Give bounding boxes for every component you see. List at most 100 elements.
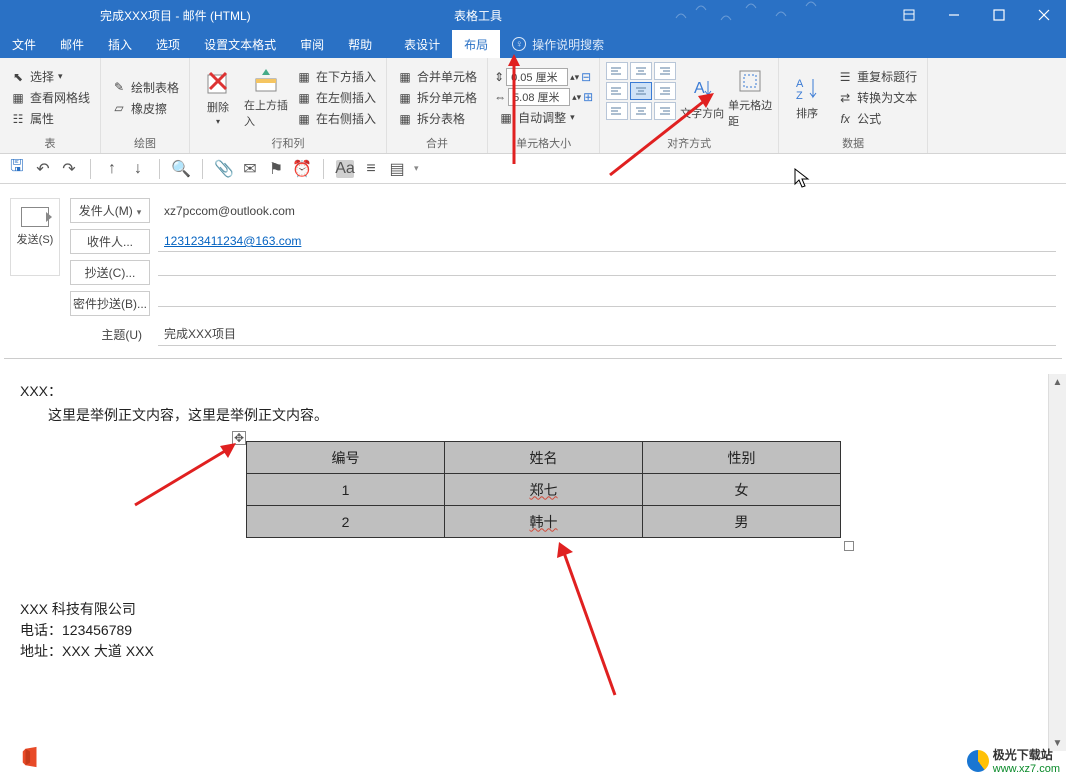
scroll-up-icon[interactable]: ▲ — [1049, 374, 1066, 390]
tab-help[interactable]: 帮助 — [336, 30, 384, 58]
align-tr[interactable] — [654, 62, 676, 80]
list-icon[interactable]: ≡ — [362, 160, 380, 178]
dist-rows-icon[interactable]: ⊟ — [581, 70, 591, 84]
tab-review[interactable]: 审阅 — [288, 30, 336, 58]
align-bc[interactable] — [630, 102, 652, 120]
align-br[interactable] — [654, 102, 676, 120]
select-button[interactable]: ⬉选择▾ — [6, 67, 94, 86]
content-table[interactable]: 编号 姓名 性别 1 郑七 女 2 韩十 男 — [246, 441, 841, 538]
align-ml[interactable] — [606, 82, 628, 100]
repeat-header-button[interactable]: ☰重复标题行 — [833, 67, 921, 86]
bcc-field[interactable] — [158, 300, 1056, 307]
cc-field[interactable] — [158, 269, 1056, 276]
insert-above-icon — [252, 67, 280, 95]
tab-format[interactable]: 设置文本格式 — [192, 30, 288, 58]
delete-button[interactable]: 删除▾ — [196, 62, 240, 133]
tab-options[interactable]: 选项 — [144, 30, 192, 58]
minimize-icon[interactable] — [931, 0, 976, 30]
window-title: 完成XXX项目 - 邮件 (HTML) — [100, 7, 251, 24]
watermark-url: www.xz7.com — [993, 763, 1060, 775]
align-tl[interactable] — [606, 62, 628, 80]
from-value: xz7pccom@outlook.com — [158, 201, 1056, 221]
table-header[interactable]: 性别 — [643, 442, 841, 474]
zoom-icon[interactable]: 🔍 — [172, 160, 190, 178]
split-cells-button[interactable]: ▦拆分单元格 — [393, 88, 481, 107]
insert-below-button[interactable]: ▦在下方插入 — [292, 67, 380, 86]
bcc-button[interactable]: 密件抄送(B)... — [70, 291, 150, 316]
convert-text-button[interactable]: ⇄转换为文本 — [833, 88, 921, 107]
formula-button[interactable]: fx公式 — [833, 109, 921, 128]
view-gridlines-button[interactable]: ▦查看网格线 — [6, 88, 94, 107]
autofit-button[interactable]: ▦自动调整▾ — [494, 108, 593, 127]
insert-right-button[interactable]: ▦在右侧插入 — [292, 109, 380, 128]
maximize-icon[interactable] — [976, 0, 1021, 30]
menu-tabs: 文件 邮件 插入 选项 设置文本格式 审阅 帮助 表设计 布局 ♀操作说明搜索 — [0, 30, 1066, 58]
undo-icon[interactable]: ↶ — [34, 160, 52, 178]
text-direction-button[interactable]: A 文字方向 — [680, 62, 724, 133]
align-bl[interactable] — [606, 102, 628, 120]
subject-label: 主题(U) — [70, 323, 150, 346]
merge-cells-button[interactable]: ▦合并单元格 — [393, 67, 481, 86]
subject-field[interactable]: 完成XXX项目 — [158, 322, 1056, 346]
redo-icon[interactable]: ↷ — [60, 160, 78, 178]
to-field[interactable]: 123123411234@163.com — [158, 231, 1056, 252]
send-button[interactable]: 发送(S) — [10, 198, 60, 276]
from-button[interactable]: 发件人(M) — [70, 198, 150, 223]
svg-text:A: A — [796, 78, 804, 90]
ribbon-group-table: ⬉选择▾ ▦查看网格线 ☷属性 表 — [0, 58, 101, 153]
tab-insert[interactable]: 插入 — [96, 30, 144, 58]
tab-mail[interactable]: 邮件 — [48, 30, 96, 58]
tell-me[interactable]: ♀操作说明搜索 — [500, 30, 616, 58]
ribbon-group-data: AZ 排序 ☰重复标题行 ⇄转换为文本 fx公式 数据 — [779, 58, 928, 153]
cc-button[interactable]: 抄送(C)... — [70, 260, 150, 285]
send-icon — [21, 207, 49, 227]
down-icon[interactable]: ↓ — [129, 160, 147, 178]
office-icon — [20, 746, 42, 768]
cell-margins-button[interactable]: 单元格边距 — [728, 62, 772, 133]
align-mr[interactable] — [654, 82, 676, 100]
autofit-icon: ▦ — [498, 110, 514, 126]
ribbon-options-icon[interactable] — [886, 0, 931, 30]
properties-button[interactable]: ☷属性 — [6, 109, 94, 128]
table-row: 1 郑七 女 — [247, 474, 841, 506]
tab-file[interactable]: 文件 — [0, 30, 48, 58]
flag-icon[interactable]: ⚑ — [267, 160, 285, 178]
followup-icon[interactable]: ⏰ — [293, 160, 311, 178]
quick-access-toolbar: 🖫 ↶ ↷ ↑ ↓ 🔍 📎 ✉ ⚑ ⏰ Aa ≡ ▤ ▾ — [0, 154, 1066, 184]
table-header[interactable]: 姓名 — [445, 442, 643, 474]
draw-table-button[interactable]: ✎绘制表格 — [107, 78, 183, 97]
up-icon[interactable]: ↑ — [103, 160, 121, 178]
table-resize-handle[interactable] — [844, 541, 854, 551]
repeat-icon: ☰ — [837, 69, 853, 85]
eraser-button[interactable]: ▱橡皮擦 — [107, 99, 183, 118]
indent-icon[interactable]: ▤ — [388, 160, 406, 178]
send-receive-icon[interactable]: ✉ — [241, 160, 259, 178]
close-icon[interactable] — [1021, 0, 1066, 30]
dist-cols-icon[interactable]: ⊞ — [583, 90, 593, 104]
to-button[interactable]: 收件人... — [70, 229, 150, 254]
insert-above-button[interactable]: 在上方插入 — [244, 62, 288, 133]
save-icon[interactable]: 🖫 — [8, 160, 26, 178]
attach-icon[interactable]: 📎 — [215, 160, 233, 178]
message-body[interactable]: XXX： 这里是举例正文内容，这里是举例正文内容。 ✥ 编号 姓名 性别 1 郑… — [4, 358, 1062, 778]
sig-addr: 地址：XXX 大道 XXX — [20, 641, 154, 662]
group-label: 行和列 — [196, 133, 380, 151]
compose-header: 发送(S) 发件人(M) xz7pccom@outlook.com 收件人...… — [0, 184, 1066, 352]
table-header[interactable]: 编号 — [247, 442, 445, 474]
tab-table-design[interactable]: 表设计 — [392, 30, 452, 58]
insert-left-button[interactable]: ▦在左侧插入 — [292, 88, 380, 107]
vertical-scrollbar[interactable]: ▲ ▼ — [1048, 374, 1066, 751]
table-move-handle[interactable]: ✥ — [232, 431, 246, 445]
align-mc[interactable] — [630, 82, 652, 100]
split-table-button[interactable]: ▦拆分表格 — [393, 109, 481, 128]
row-height-icon: ⇕ — [494, 70, 504, 84]
group-label: 单元格大小 — [494, 133, 593, 151]
row-height-input[interactable]: 0.05 厘米 — [506, 68, 568, 86]
send-label: 发送(S) — [17, 231, 54, 247]
align-tc[interactable] — [630, 62, 652, 80]
col-width-input[interactable]: 5.08 厘米 — [508, 88, 570, 106]
sort-button[interactable]: AZ 排序 — [785, 62, 829, 133]
convert-icon: ⇄ — [837, 90, 853, 106]
tab-layout[interactable]: 布局 — [452, 30, 500, 58]
font-color-icon[interactable]: Aa — [336, 160, 354, 178]
